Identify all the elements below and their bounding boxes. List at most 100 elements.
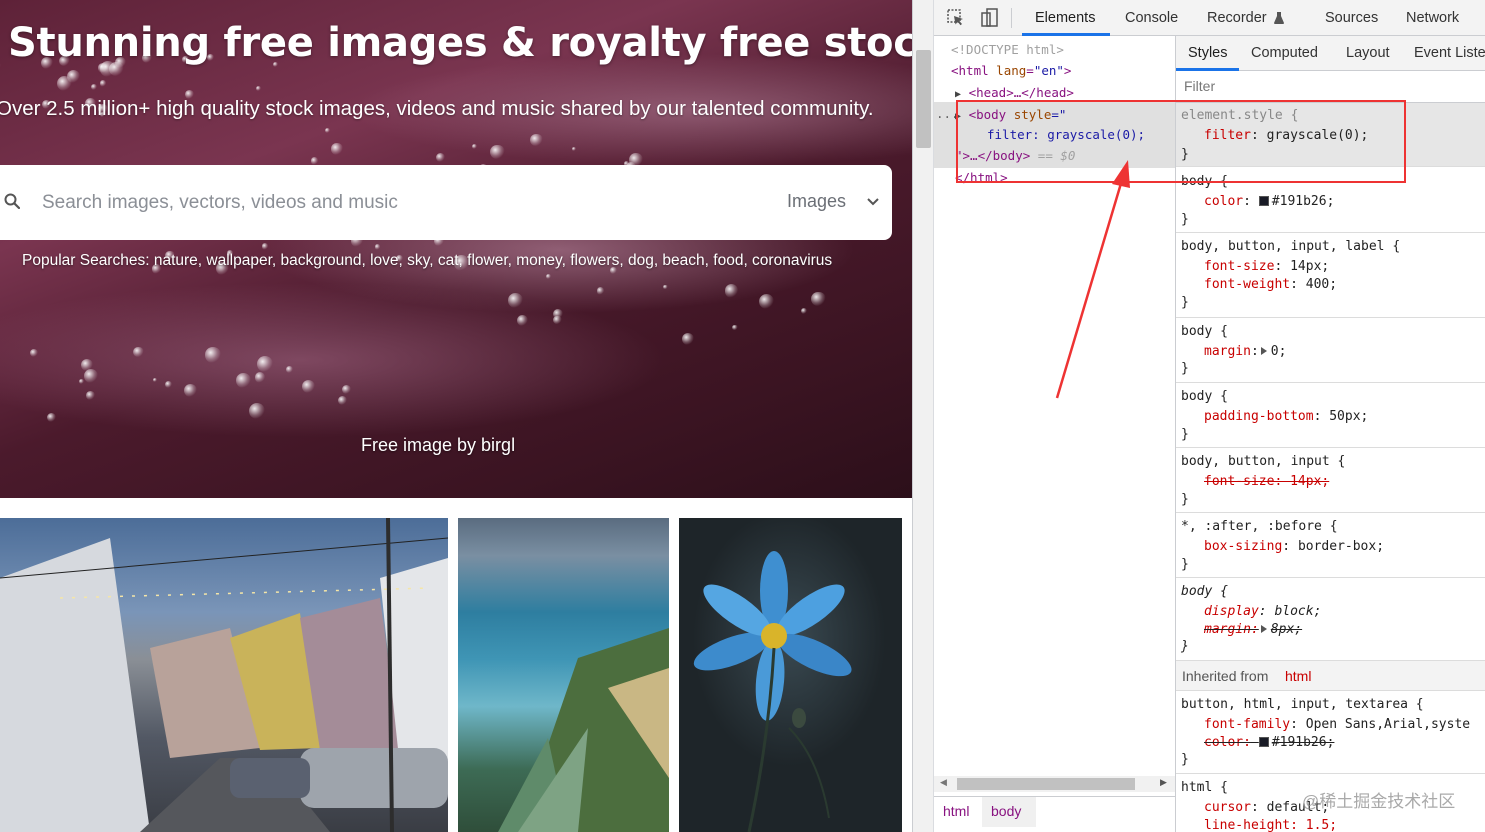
sea-cliff-illustration <box>498 628 669 832</box>
page-scrollbar[interactable] <box>913 0 934 832</box>
rule-declaration-overridden[interactable]: font-size: 14px; <box>1204 474 1329 489</box>
dew-drop <box>490 144 505 160</box>
tab-styles[interactable]: Styles <box>1188 45 1228 61</box>
dew-drop <box>572 146 577 151</box>
breadcrumb-html[interactable]: html <box>943 803 969 819</box>
tab-elements[interactable]: Elements <box>1035 10 1095 26</box>
breadcrumb: html body <box>934 796 1175 832</box>
rule-body-padding[interactable]: body { padding-bottom: 50px; } <box>1176 384 1485 448</box>
expand-triangle-icon[interactable]: ▶ <box>955 89 961 100</box>
devtools-tab-bar: Elements Console Recorder Sources Networ… <box>934 0 1485 36</box>
tab-recorder[interactable]: Recorder <box>1207 10 1267 26</box>
tab-event-listeners[interactable]: Event Liste <box>1414 45 1485 61</box>
dew-drop <box>256 86 262 92</box>
tab-layout[interactable]: Layout <box>1346 45 1390 61</box>
dew-drop <box>801 308 808 315</box>
web-page: Stunning free images & royalty free stoc… <box>0 0 912 832</box>
tab-network[interactable]: Network <box>1406 10 1459 26</box>
expand-triangle-icon[interactable] <box>1260 347 1267 355</box>
chevron-down-icon[interactable] <box>866 195 880 209</box>
rule-declaration[interactable]: margin: 0; <box>1204 344 1286 359</box>
inherited-tag-link[interactable]: html <box>1285 668 1311 684</box>
rule-overridden-font-size[interactable]: body, button, input { font-size: 14px; } <box>1176 449 1485 513</box>
dew-drop <box>257 355 274 372</box>
dew-drop <box>324 128 330 134</box>
rule-close: } <box>1181 212 1189 227</box>
dew-drop <box>310 157 319 165</box>
image-thumbnail-street[interactable] <box>0 518 448 832</box>
dom-horizontal-scrollbar[interactable]: ◀ ▶ <box>934 776 1175 792</box>
dew-drop <box>99 80 107 88</box>
annotation-highlight-box <box>956 100 1406 183</box>
inspect-element-icon[interactable] <box>946 8 966 28</box>
expand-triangle-icon[interactable] <box>1260 625 1267 633</box>
scroll-left-icon[interactable]: ◀ <box>940 777 947 788</box>
dom-head-node[interactable]: ▶ <head>…</head> <box>955 85 1074 100</box>
styles-tab-bar: Styles Computed Layout Event Liste <box>1176 36 1485 71</box>
dew-drop <box>811 291 826 307</box>
page-scrollbar-thumb[interactable] <box>916 50 931 148</box>
inherited-from-header: Inherited from html <box>1176 661 1485 691</box>
dom-scrollbar-thumb[interactable] <box>957 778 1135 790</box>
blue-flower-illustration <box>693 551 852 832</box>
search-bar[interactable]: Images <box>0 165 892 240</box>
rule-close: } <box>1181 557 1189 572</box>
rule-declaration[interactable]: display: block; <box>1204 604 1321 619</box>
dew-drop <box>56 75 73 92</box>
popular-searches[interactable]: Popular Searches: nature, wallpaper, bac… <box>22 252 832 270</box>
color-swatch[interactable] <box>1258 196 1269 206</box>
color-swatch[interactable] <box>1258 737 1269 747</box>
dew-drop <box>663 284 668 289</box>
tab-console[interactable]: Console <box>1125 10 1178 26</box>
rule-declaration[interactable]: line-height: 1.5; <box>1204 818 1337 832</box>
rule-box-sizing[interactable]: *, :after, :before { box-sizing: border-… <box>1176 514 1485 578</box>
rule-inherited-font-family[interactable]: button, html, input, textarea { font-fam… <box>1176 692 1485 774</box>
rule-declaration[interactable]: color: #191b26; <box>1204 194 1334 209</box>
rule-selector: body { <box>1181 584 1228 599</box>
dew-drop <box>507 293 523 309</box>
search-icon[interactable] <box>4 193 20 209</box>
rule-close: } <box>1181 427 1189 442</box>
tab-computed[interactable]: Computed <box>1251 45 1318 61</box>
dew-drop <box>545 274 551 280</box>
filter-input[interactable] <box>1184 78 1474 94</box>
rule-declaration[interactable]: font-family: Open Sans,Arial,syste <box>1204 717 1470 732</box>
hero-title: Stunning free images & royalty free stoc… <box>8 20 912 66</box>
dew-drop <box>78 378 84 384</box>
html-open-tag: <html <box>951 63 989 78</box>
dew-drop <box>517 314 529 326</box>
dew-drop <box>301 380 315 394</box>
rule-font-size[interactable]: body, button, input, label { font-size: … <box>1176 234 1485 318</box>
image-credit[interactable]: Free image by birgl <box>361 435 515 456</box>
dew-drop <box>596 287 605 295</box>
rule-declaration-overridden[interactable]: margin: 8px; <box>1204 622 1302 637</box>
tab-sources[interactable]: Sources <box>1325 10 1378 26</box>
media-type-select[interactable]: Images <box>787 191 846 212</box>
dew-drop <box>261 243 269 250</box>
rule-declaration-overridden[interactable]: color: #191b26; <box>1204 735 1334 750</box>
rule-declaration[interactable]: font-weight: 400; <box>1204 277 1337 292</box>
filter-bar <box>1176 71 1485 103</box>
rule-body-margin[interactable]: body { margin: 0; } <box>1176 319 1485 383</box>
rule-declaration[interactable]: font-size: 14px; <box>1204 259 1329 274</box>
dew-drop <box>758 293 775 310</box>
scroll-right-icon[interactable]: ▶ <box>1160 777 1167 788</box>
search-input[interactable] <box>42 187 722 219</box>
image-thumbnail-flower[interactable] <box>679 518 902 832</box>
rule-selector: html { <box>1181 780 1228 795</box>
image-thumbnail-sea[interactable] <box>458 518 669 832</box>
dew-drop <box>374 243 381 250</box>
rule-declaration[interactable]: box-sizing: border-box; <box>1204 539 1384 554</box>
dom-html-node[interactable]: <html lang="en"> <box>951 63 1071 78</box>
rule-close: } <box>1181 639 1189 654</box>
dew-drop <box>133 346 144 357</box>
device-toolbar-icon[interactable] <box>980 8 1000 28</box>
dew-drop <box>724 284 739 298</box>
hero-subtitle: Over 2.5 million+ high quality stock ima… <box>0 97 874 120</box>
rule-close: } <box>1181 295 1189 310</box>
dom-doctype[interactable]: <!DOCTYPE html> <box>951 42 1064 57</box>
breadcrumb-body[interactable]: body <box>991 803 1021 819</box>
rule-declaration[interactable]: padding-bottom: 50px; <box>1204 409 1368 424</box>
rule-user-agent-body[interactable]: body { display: block; margin: 8px; } <box>1176 579 1485 661</box>
dew-drop <box>681 332 695 346</box>
